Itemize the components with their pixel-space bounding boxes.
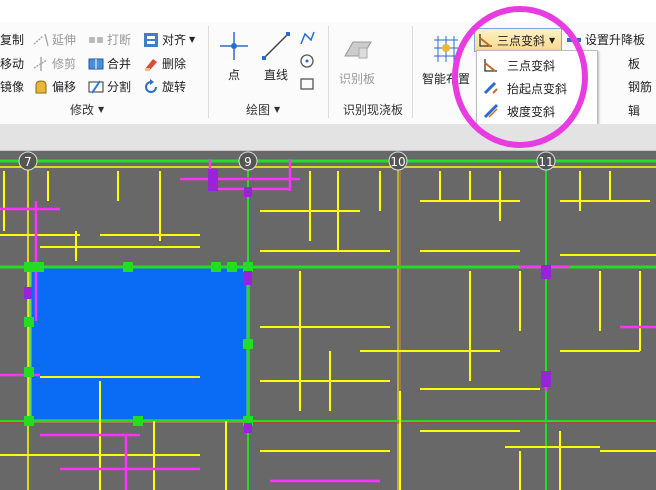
partial-button-rebar[interactable]: 钢筋 [628,78,652,95]
partial-label-edit-text: 辑 [628,104,641,118]
ribbon-top-strip [0,0,656,22]
rotate-button[interactable]: 旋转 [143,78,186,95]
trim-button[interactable]: 修剪 [33,55,76,72]
draw-circle-button[interactable] [299,53,318,69]
move-label: 移动 [0,57,25,71]
mirror-button[interactable]: 镜像 [0,78,24,95]
axis-label-11: 11 [538,155,553,169]
rotate-label: 旋转 [162,80,187,94]
align-button[interactable]: 对齐 ▼ [143,31,195,48]
copy-label: 复制 [0,33,25,47]
delete-label: 删除 [162,57,187,71]
extend-icon [33,32,49,48]
rectangle-icon [299,76,315,92]
extend-button[interactable]: 延伸 [33,31,76,48]
axis-label-10: 10 [390,155,405,169]
point-button[interactable]: 点 [218,30,250,83]
raise-lower-icon [566,31,582,48]
modify-group-dropdown-icon: ▼ [98,104,105,114]
draw-group-label-text: 绘图 [246,102,271,117]
set-raise-lower-label: 设置升降板 [585,33,646,47]
draw-rectangle-button[interactable] [299,76,318,92]
trim-icon [33,56,49,72]
delete-button[interactable]: 删除 [143,55,186,72]
extend-label: 延伸 [52,33,77,47]
slope-dropdown-menu: 三点变斜 抬起点变斜 坡度变斜 [476,50,598,126]
three-point-slope-dropdown[interactable]: 三点变斜 ▼ [474,28,562,52]
partial-label-rebar: 钢筋 [628,80,653,94]
delete-icon [143,56,159,72]
point-label: 点 [227,68,240,82]
recognize-slab-button[interactable]: 识别板 [336,34,378,87]
merge-label: 合并 [107,57,132,71]
trim-label: 修剪 [52,57,77,71]
three-point-slope-icon [483,57,499,73]
draw-group-dropdown-icon: ▼ [274,104,281,114]
modify-group-label-text: 修改 [70,102,95,117]
line-icon [260,30,292,62]
menu-item-three-point-slope[interactable]: 三点变斜 [477,54,597,76]
rotate-icon [143,78,159,95]
menu-item-lift-point-slope[interactable]: 抬起点变斜 [477,77,597,99]
offset-icon [33,79,49,95]
copy-button[interactable]: 复制 [0,31,24,48]
drawing-canvas[interactable]: 7 9 10 11 [0,151,656,490]
move-button[interactable]: 移动 [0,55,24,72]
modify-group-label[interactable]: 修改 ▼ [70,100,104,118]
align-icon [143,32,159,48]
separator [208,26,209,118]
menu-item-label: 坡度变斜 [507,104,556,119]
menu-item-label: 抬起点变斜 [507,81,568,96]
align-label: 对齐 [162,33,187,47]
smart-layout-icon [430,34,462,66]
circle-icon [299,53,315,69]
line-button[interactable]: 直线 [260,30,292,83]
three-point-slope-label: 三点变斜 [497,33,546,48]
separator [328,26,329,118]
merge-icon [88,56,104,72]
smart-layout-label: 智能布置 [421,72,470,86]
partial-button-slab[interactable]: 板 [628,55,640,72]
draw-group-label[interactable]: 绘图 ▼ [246,100,280,118]
partial-label-edit: 辑 [628,102,640,119]
three-point-slope-icon [478,32,494,48]
separator [412,26,413,118]
offset-label: 偏移 [52,80,77,94]
set-raise-lower-slab-button[interactable]: 设置升降板 [566,31,645,48]
recognize-group-label-text: 识别现浇板 [343,102,404,117]
ribbon: 复制 移动 镜像 延伸 修剪 偏移 打断 合并 分割 对齐 ▼ 删除 旋转 修改… [0,0,656,126]
split-label: 分割 [107,80,132,94]
axis-label-7: 7 [24,155,32,169]
split-icon [88,79,104,95]
axis-label-9: 9 [244,155,252,169]
partial-label-slab: 板 [628,57,641,71]
menu-item-label: 三点变斜 [507,58,556,73]
align-dropdown-icon: ▼ [189,35,196,44]
lift-point-slope-icon [483,80,499,96]
smart-layout-button[interactable]: 智能布置 [420,34,472,87]
offset-button[interactable]: 偏移 [33,78,76,95]
break-button[interactable]: 打断 [88,31,131,48]
split-button[interactable]: 分割 [88,78,131,95]
gradient-slope-icon [483,103,499,119]
merge-button[interactable]: 合并 [88,55,131,72]
recognize-group-label: 识别现浇板 [343,100,403,118]
recognize-slab-icon [341,34,373,66]
selected-slab [28,265,250,423]
polyline-icon [299,30,315,46]
point-icon [218,30,250,62]
cad-drawing[interactable]: 7 9 10 11 [0,151,656,490]
draw-polyline-button[interactable] [299,30,318,46]
mirror-label: 镜像 [0,80,25,94]
chevron-down-icon: ▼ [549,35,556,45]
recognize-slab-label: 识别板 [338,72,375,86]
break-label: 打断 [107,33,132,47]
menu-item-gradient-slope[interactable]: 坡度变斜 [477,100,597,122]
break-icon [88,32,104,48]
drawing-toolbar-strip [0,124,656,151]
line-label: 直线 [263,68,288,82]
